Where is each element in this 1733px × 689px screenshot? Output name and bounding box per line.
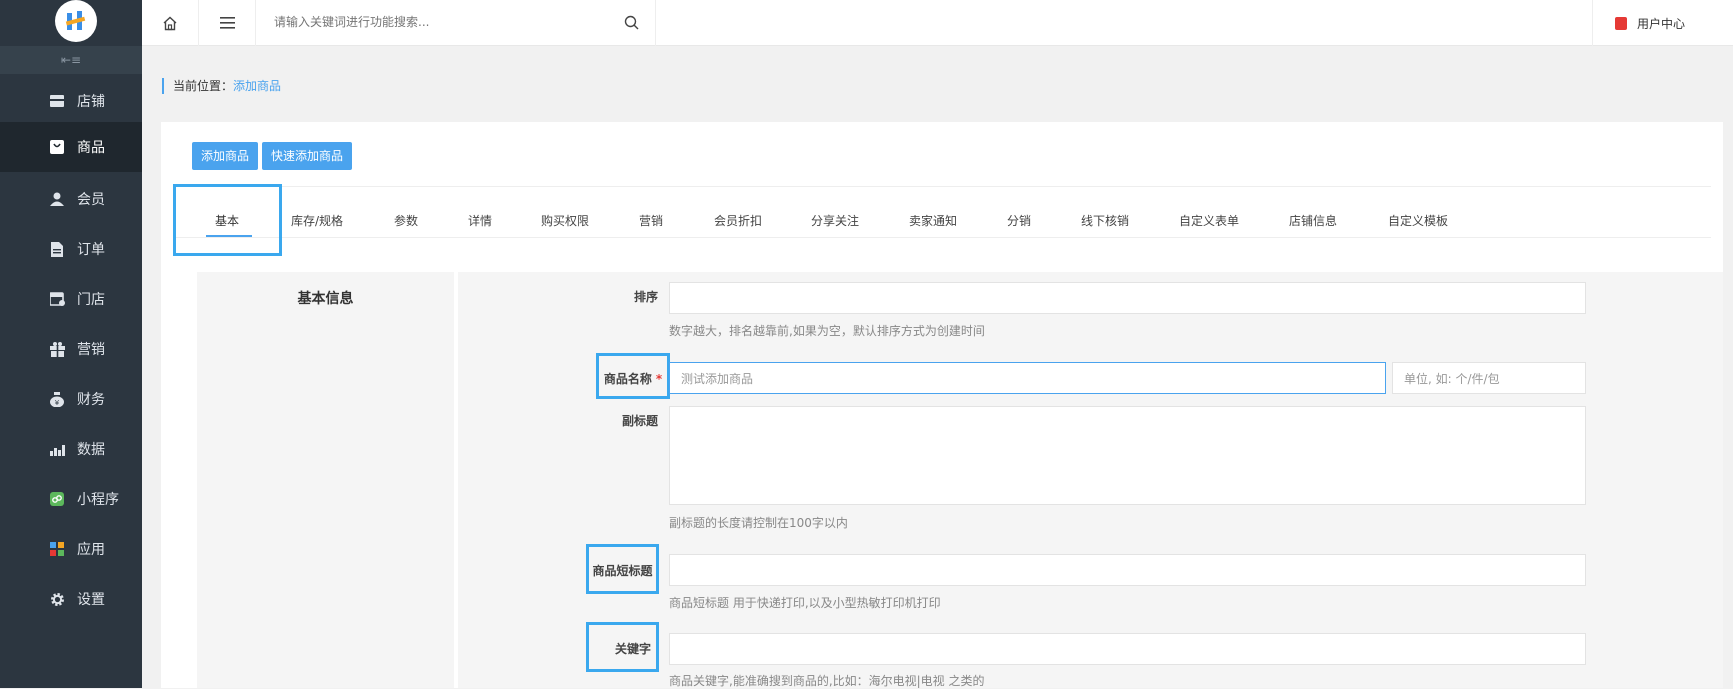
subtitle-textarea[interactable] <box>669 406 1586 505</box>
add-goods-button[interactable]: 添加商品 <box>192 142 259 170</box>
sort-input[interactable] <box>669 282 1586 314</box>
short-title-label: 商品短标题 <box>592 564 653 578</box>
keywords-input[interactable] <box>669 633 1586 665</box>
menu-toggle-button[interactable] <box>199 0 256 46</box>
tab-custom-template[interactable]: 自定义模板 <box>1388 212 1448 229</box>
section-title: 基本信息 <box>297 291 354 307</box>
money-bag-icon: ¥ <box>49 391 65 407</box>
sort-hint: 数字越大，排名越靠前,如果为空，默认排序方式为创建时间 <box>669 324 985 338</box>
sidebar-item-label: 店铺 <box>77 94 105 110</box>
svg-text:¥: ¥ <box>55 399 60 407</box>
sidebar-item-label: 门店 <box>77 292 105 308</box>
sidebar-item-label: 商品 <box>77 140 105 156</box>
chart-icon <box>49 441 65 457</box>
sidebar-item-label: 财务 <box>77 392 105 408</box>
sidebar-item-marketing[interactable]: 营销 <box>0 324 142 374</box>
highlight-frame <box>173 184 282 256</box>
main-panel: 添加商品 快速添加商品 基本 库存/规格 参数 详情 购买权限 营销 会员折扣 … <box>161 122 1723 688</box>
sort-label: 排序 <box>633 290 658 304</box>
sidebar-item-label: 订单 <box>77 242 105 258</box>
goods-name-label-text: 商品名称 <box>603 372 652 386</box>
required-mark: * <box>655 372 663 386</box>
sidebar-item-label: 设置 <box>77 592 105 608</box>
apps-icon <box>49 541 65 557</box>
subtitle-hint: 副标题的长度请控制在100字以内 <box>669 516 848 530</box>
sidebar-item-label: 会员 <box>77 192 105 208</box>
breadcrumb: 当前位置：添加商品 <box>162 78 281 94</box>
sidebar-collapse-button[interactable]: ⇤≡ <box>0 46 142 74</box>
top-bar: 用户中心 <box>142 0 1733 46</box>
divider <box>173 186 1711 187</box>
tab-params[interactable]: 参数 <box>394 212 418 229</box>
gear-icon <box>49 591 65 607</box>
sidebar-item-finance[interactable]: ¥ 财务 <box>0 374 142 424</box>
unit-input[interactable]: 单位, 如: 个/件/包 <box>1392 362 1586 394</box>
sidebar-item-label: 数据 <box>77 442 105 458</box>
section-sidebar: 基本信息 <box>197 272 454 688</box>
store-icon <box>49 93 65 109</box>
logo[interactable] <box>55 0 97 42</box>
tab-marketing[interactable]: 营销 <box>639 212 663 229</box>
tab-seller-notice[interactable]: 卖家通知 <box>909 212 957 229</box>
hamburger-icon <box>219 17 235 29</box>
shopping-bag-icon <box>1614 16 1627 30</box>
member-icon <box>49 191 65 207</box>
shop-icon <box>49 291 65 307</box>
sidebar: ⇤≡ 店铺 商品 会员 订单 门店 营销 ¥ 财务 数据 小程序 应用 设置 <box>0 0 142 688</box>
gift-icon <box>49 341 65 357</box>
user-center-label: 用户中心 <box>1636 16 1685 31</box>
logo-icon <box>65 11 86 30</box>
sidebar-item-order[interactable]: 订单 <box>0 224 142 274</box>
breadcrumb-prefix: 当前位置： <box>173 79 234 93</box>
unit-placeholder: 单位, 如: 个/件/包 <box>1404 371 1500 386</box>
search-icon[interactable] <box>624 15 639 30</box>
tab-distribution[interactable]: 分销 <box>1007 212 1031 229</box>
sidebar-item-data[interactable]: 数据 <box>0 424 142 474</box>
search-bar <box>256 0 656 46</box>
order-icon <box>49 241 65 257</box>
sidebar-item-miniprogram[interactable]: 小程序 <box>0 474 142 524</box>
tab-offline-verify[interactable]: 线下核销 <box>1081 212 1129 229</box>
divider <box>173 237 1711 238</box>
tab-custom-form[interactable]: 自定义表单 <box>1179 212 1239 229</box>
collapse-icon: ⇤≡ <box>60 53 82 67</box>
breadcrumb-current[interactable]: 添加商品 <box>233 79 281 93</box>
sidebar-item-shop[interactable]: 门店 <box>0 274 142 324</box>
sidebar-item-apps[interactable]: 应用 <box>0 524 142 574</box>
user-center-button[interactable]: 用户中心 <box>1592 0 1707 46</box>
keywords-hint: 商品关键字,能准确搜到商品的,比如：海尔电视|电视 之类的 <box>669 674 985 688</box>
search-input[interactable] <box>274 0 614 44</box>
tab-stock-spec[interactable]: 库存/规格 <box>291 212 343 229</box>
short-title-hint: 商品短标题 用于快递打印,以及小型热敏打印机打印 <box>669 596 941 610</box>
short-title-input[interactable] <box>669 554 1586 586</box>
keywords-label: 关键字 <box>614 642 651 656</box>
home-button[interactable] <box>142 0 199 46</box>
basic-info-form: 排序 数字越大，排名越靠前,如果为空，默认排序方式为创建时间 商品名称 * 测试添… <box>458 272 1723 688</box>
goods-name-label: 商品名称 * <box>598 370 668 387</box>
sidebar-item-label: 营销 <box>77 342 105 358</box>
sidebar-item-store[interactable]: 店铺 <box>0 76 142 126</box>
sidebar-item-label: 应用 <box>77 542 105 558</box>
home-icon <box>163 16 177 30</box>
tab-purchase-permission[interactable]: 购买权限 <box>541 212 589 229</box>
miniprogram-icon <box>49 491 65 507</box>
subtitle-label: 副标题 <box>621 414 658 428</box>
tab-member-discount[interactable]: 会员折扣 <box>714 212 762 229</box>
goods-icon <box>49 139 65 155</box>
tab-details[interactable]: 详情 <box>468 212 492 229</box>
sidebar-item-member[interactable]: 会员 <box>0 174 142 224</box>
tab-share-follow[interactable]: 分享关注 <box>811 212 859 229</box>
goods-name-input[interactable]: 测试添加商品 <box>669 362 1386 394</box>
tab-store-info[interactable]: 店铺信息 <box>1289 212 1337 229</box>
sidebar-item-settings[interactable]: 设置 <box>0 574 142 624</box>
goods-name-value: 测试添加商品 <box>681 371 754 386</box>
sidebar-item-label: 小程序 <box>77 492 119 508</box>
sidebar-item-goods[interactable]: 商品 <box>0 122 142 172</box>
quick-add-goods-button[interactable]: 快速添加商品 <box>262 142 353 170</box>
